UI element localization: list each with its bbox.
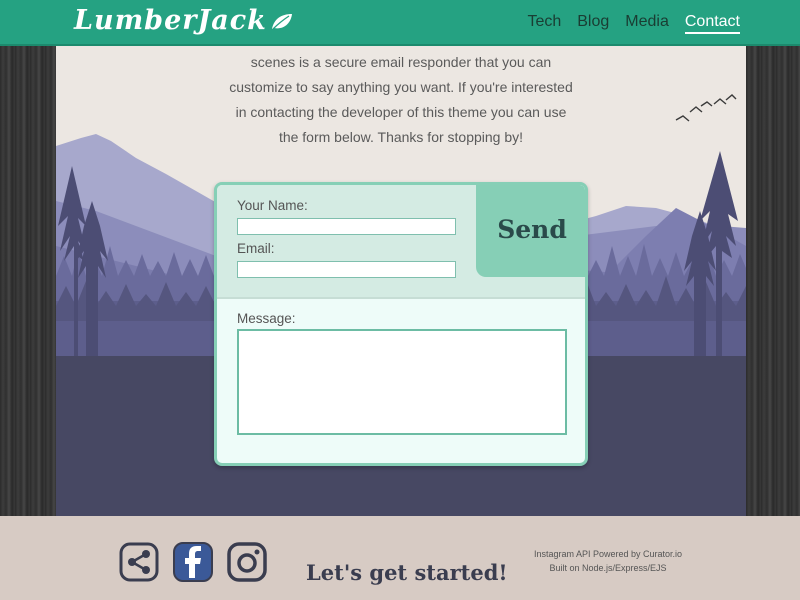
- contact-form: Your Name: Email: Send Message:: [214, 182, 588, 466]
- intro-line: customize to say anything you want. If y…: [229, 79, 573, 95]
- nav-tech[interactable]: Tech: [527, 13, 561, 34]
- name-label: Your Name:: [237, 198, 308, 213]
- wood-panel-left: [0, 46, 56, 516]
- site-header: LumberJack Tech Blog Media Contact: [0, 0, 800, 46]
- credit-instagram: Instagram API Powered by Curator.io: [533, 549, 683, 559]
- site-logo[interactable]: LumberJack: [74, 5, 293, 36]
- share-icon[interactable]: [119, 542, 159, 582]
- intro-line: the form below. Thanks for stopping by!: [278, 129, 524, 145]
- cta-text: Let's get started!: [306, 560, 508, 585]
- wood-panel-right: [746, 46, 800, 516]
- email-label: Email:: [237, 241, 275, 256]
- message-textarea[interactable]: [237, 329, 567, 435]
- send-button[interactable]: Send: [476, 185, 585, 277]
- intro-text: scenes is a secure email responder that …: [56, 50, 746, 150]
- site-footer: Let's get started! Instagram API Powered…: [0, 516, 800, 600]
- nav-blog[interactable]: Blog: [577, 13, 609, 34]
- instagram-icon[interactable]: [227, 542, 267, 582]
- intro-line: scenes is a secure email responder that …: [250, 54, 552, 70]
- nav-contact[interactable]: Contact: [684, 13, 740, 34]
- intro-line: in contacting the developer of this them…: [235, 104, 567, 120]
- message-label: Message:: [237, 311, 296, 326]
- email-input[interactable]: [237, 261, 456, 278]
- logo-text: LumberJack: [74, 5, 267, 36]
- facebook-icon[interactable]: [173, 542, 213, 582]
- leaf-icon: [271, 13, 292, 29]
- nav-media[interactable]: Media: [625, 13, 669, 34]
- name-input[interactable]: [237, 218, 456, 235]
- credit-built-on: Built on Node.js/Express/EJS: [549, 563, 667, 573]
- main-nav: Tech Blog Media Contact: [527, 13, 740, 34]
